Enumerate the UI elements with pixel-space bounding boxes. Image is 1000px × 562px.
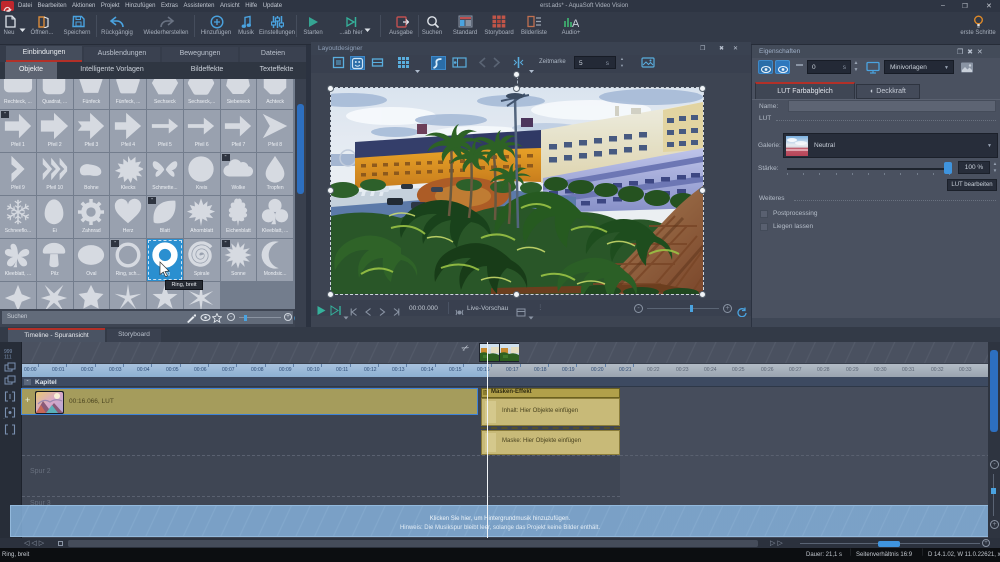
svg-text:A: A: [572, 18, 579, 29]
svg-text:111: 111: [4, 355, 12, 360]
